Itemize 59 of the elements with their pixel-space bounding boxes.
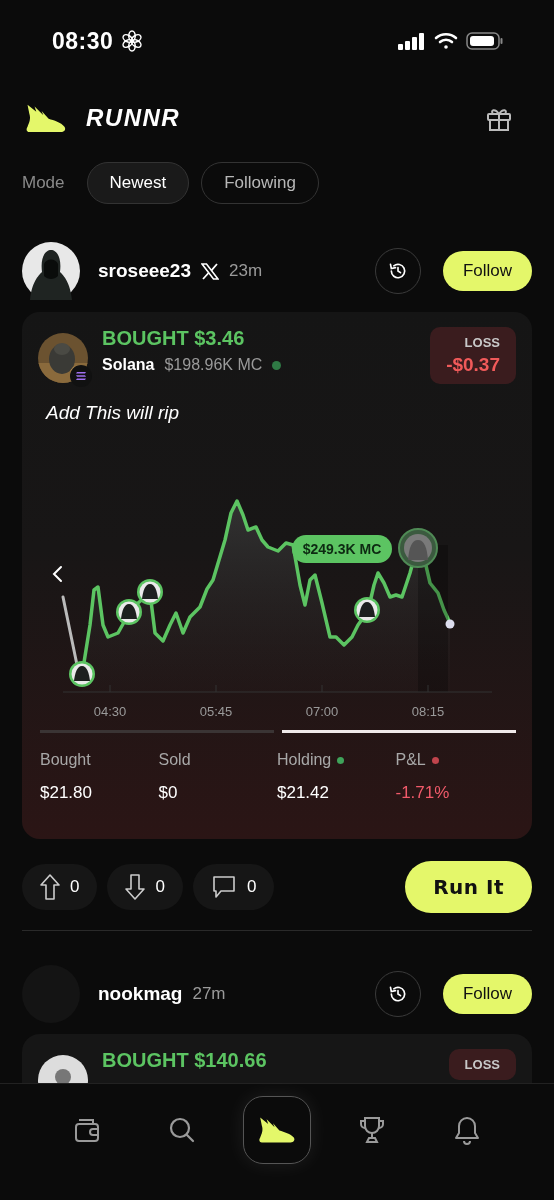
trader-marker[interactable] — [116, 599, 142, 625]
current-point — [445, 619, 455, 629]
signal-icon — [398, 32, 426, 50]
mode-tab[interactable]: Newest — [86, 162, 190, 204]
history-icon — [387, 261, 408, 281]
back-chevron-icon[interactable] — [52, 566, 62, 582]
trade-action: BOUGHT $140.66 — [102, 1049, 268, 1072]
brand-name: RUNNR — [86, 104, 181, 133]
loss-label: LOSS — [464, 1057, 500, 1072]
axis-label: 04:30 — [93, 704, 127, 719]
upvote-button[interactable]: 0 — [22, 864, 98, 910]
trader-marker[interactable] — [398, 528, 438, 568]
stat-value: -1.71% — [395, 783, 451, 803]
stat-label: Sold — [158, 751, 191, 769]
post-time: 27m — [192, 984, 226, 1004]
search-icon — [168, 1116, 197, 1144]
chain-name: Solana — [102, 356, 155, 374]
status-time: 08:30 — [52, 27, 114, 55]
loss-value: -$0.37 — [446, 354, 500, 376]
nav-home-button[interactable] — [243, 1096, 311, 1164]
stat-value: $21.42 — [277, 783, 330, 803]
stat-label: Holding — [277, 751, 332, 769]
flower-icon — [121, 30, 144, 52]
stat-label: P&L — [395, 751, 426, 769]
axis-label: 05:45 — [199, 704, 233, 719]
live-dot — [272, 360, 282, 370]
price-label-text: $249.3K MC — [302, 541, 382, 557]
arrow-down-icon — [125, 874, 146, 900]
loss-label: LOSS — [464, 335, 500, 350]
trade-comment: Add This will rip — [44, 402, 181, 424]
bell-icon — [452, 1115, 481, 1145]
market-cap: $198.96K MC — [164, 356, 263, 374]
speech-bubble-icon — [210, 875, 237, 899]
solana-icon — [70, 365, 92, 387]
trader-marker[interactable] — [137, 579, 163, 605]
username[interactable]: sroseee23 — [98, 260, 191, 282]
trader-marker[interactable] — [69, 661, 95, 687]
user-avatar — [22, 242, 80, 300]
stat-value: $21.80 — [40, 783, 93, 803]
winged-shoe-icon — [257, 1115, 297, 1145]
run-it-button[interactable]: Run It — [405, 861, 532, 913]
battery-icon — [466, 31, 504, 51]
trade-action: BOUGHT $3.46 — [102, 327, 246, 350]
axis-label: 07:00 — [305, 704, 339, 719]
history-icon — [387, 984, 408, 1004]
comment-button[interactable]: 0 — [192, 864, 275, 910]
wallet-icon — [73, 1116, 102, 1144]
wifi-icon — [434, 32, 458, 50]
arrow-up-icon — [40, 874, 60, 900]
axis-label: 08:15 — [411, 704, 445, 719]
follow-button[interactable]: Follow — [442, 251, 532, 291]
trader-marker[interactable] — [354, 597, 380, 623]
username[interactable]: nookmag — [98, 983, 183, 1005]
follow-button[interactable]: Follow — [442, 974, 532, 1014]
mode-label: Mode — [22, 173, 65, 193]
post-time: 23m — [228, 261, 263, 281]
stat-value: $0 — [158, 783, 179, 803]
stat-label: Bought — [40, 751, 91, 769]
downvote-button[interactable]: 0 — [107, 864, 183, 910]
